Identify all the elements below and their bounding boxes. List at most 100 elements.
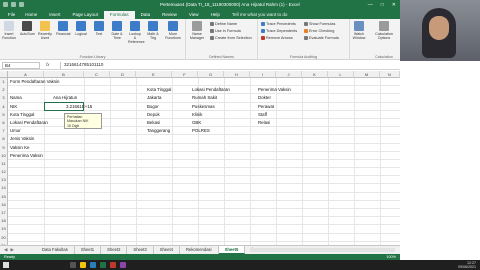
column-header[interactable]: G	[198, 71, 224, 78]
row-header[interactable]: 12	[0, 168, 8, 177]
row-header[interactable]: 4	[0, 102, 8, 111]
row-header[interactable]: 11	[0, 159, 8, 169]
create-from-selection-button[interactable]: Create from Selection	[210, 36, 252, 40]
cell-e5[interactable]: Depok	[147, 111, 160, 119]
tab-review[interactable]: Review	[156, 10, 183, 19]
sheet-tab[interactable]: Sheet2	[101, 246, 128, 254]
file-explorer-icon[interactable]	[80, 262, 86, 268]
lookup-reference-button[interactable]: Lookup & Reference	[128, 21, 145, 44]
system-tray-clock[interactable]: 12:27 09/06/2021	[458, 261, 476, 269]
app-icon[interactable]	[110, 262, 116, 268]
row-header[interactable]: 1	[0, 78, 8, 87]
row-header[interactable]: 14	[0, 184, 8, 193]
math-trig-button[interactable]: Math & Trig	[146, 21, 160, 40]
horizontal-scrollbar[interactable]	[250, 248, 395, 252]
insert-function-button[interactable]: Insert Function	[2, 21, 16, 40]
select-all-corner[interactable]	[0, 71, 8, 78]
autosum-button[interactable]: AutoSum	[20, 21, 35, 36]
cell-a3[interactable]: Nama	[10, 94, 22, 102]
define-name-button[interactable]: Define Name	[210, 22, 237, 26]
row-header[interactable]: 17	[0, 209, 8, 218]
column-header[interactable]: B	[44, 71, 84, 78]
tab-formulas[interactable]: Formulas	[103, 11, 135, 19]
column-header[interactable]: C	[84, 71, 110, 78]
text-button[interactable]: Text	[92, 21, 106, 36]
recently-used-button[interactable]: Recently Used	[38, 21, 52, 40]
sheet-tab[interactable]: Data Fakultas	[36, 246, 75, 254]
sheet-tab[interactable]: Sheet1	[75, 246, 102, 254]
cell-a7[interactable]: Umur	[10, 127, 21, 135]
column-header[interactable]: H	[224, 71, 250, 78]
logical-button[interactable]: Logical	[74, 21, 88, 36]
cell-e3[interactable]: Jakarta	[147, 94, 161, 102]
column-header[interactable]: I	[250, 71, 276, 78]
cell-a4[interactable]: NIK	[10, 103, 17, 111]
cell-k5[interactable]: Staff	[258, 111, 267, 119]
column-header[interactable]: A	[8, 71, 44, 78]
row-header[interactable]: 5	[0, 110, 8, 119]
cell-a5[interactable]: Kota Tinggal	[10, 111, 34, 119]
row-header[interactable]: 15	[0, 192, 8, 201]
cell-k4[interactable]: Perawat	[258, 103, 274, 111]
name-box[interactable]: B4	[2, 62, 40, 69]
row-header[interactable]: 7	[0, 127, 8, 136]
tab-view[interactable]: View	[183, 10, 205, 19]
cell-k2[interactable]: Penerima Vaksin	[258, 86, 291, 94]
tab-file[interactable]: File	[4, 10, 19, 19]
cell-g4[interactable]: Puskesmas	[192, 103, 215, 111]
row-header[interactable]: 6	[0, 118, 8, 128]
windows-start-icon[interactable]	[3, 262, 9, 268]
row-header[interactable]: 2	[0, 86, 8, 95]
minimize-button[interactable]: —	[368, 2, 373, 8]
formula-input[interactable]: 3216614785101110	[60, 62, 396, 69]
undo-icon[interactable]	[11, 2, 16, 7]
cell-k3[interactable]: Dokter	[258, 94, 271, 102]
cell-a9[interactable]: Vaksin Ke	[10, 144, 29, 152]
cell-a10[interactable]: Penerima Vaksin	[10, 152, 43, 160]
browser-icon[interactable]	[90, 262, 96, 268]
financial-button[interactable]: Financial	[56, 21, 70, 36]
row-header[interactable]: 8	[0, 135, 8, 144]
redo-icon[interactable]	[19, 2, 24, 7]
column-header[interactable]: J	[276, 71, 302, 78]
tab-page-layout[interactable]: Page Layout	[67, 10, 104, 19]
evaluate-formula-button[interactable]: Evaluate Formula	[304, 36, 339, 40]
row-header[interactable]: 19	[0, 225, 8, 234]
cell-g2[interactable]: Lokasi Pendaftaran	[192, 86, 230, 94]
column-header[interactable]: N	[380, 71, 400, 78]
cell-g7[interactable]: POLRES	[192, 127, 210, 135]
cell-a1[interactable]: Form Pendaftaran Vaksin	[10, 78, 59, 86]
cell-a8[interactable]: Jenis Vaksin	[10, 135, 34, 143]
tab-insert[interactable]: Insert	[43, 10, 66, 19]
trace-dependents-button[interactable]: Trace Dependents	[261, 29, 297, 33]
sheet-tab[interactable]: Rekomendasi	[180, 246, 219, 254]
date-time-button[interactable]: Date & Time	[110, 21, 124, 40]
show-formulas-button[interactable]: Show Formulas	[304, 22, 335, 26]
search-icon[interactable]	[70, 262, 76, 268]
cell-e4[interactable]: Bogor	[147, 103, 159, 111]
row-header[interactable]: 13	[0, 176, 8, 185]
excel-icon[interactable]	[100, 262, 106, 268]
tab-home[interactable]: Home	[19, 10, 43, 19]
cell-e7[interactable]: Tanggerang	[147, 127, 170, 135]
row-header[interactable]: 9	[0, 143, 8, 152]
column-header[interactable]: F	[172, 71, 198, 78]
save-icon[interactable]	[3, 2, 8, 7]
cell-g3[interactable]: Rumah Sakit	[192, 94, 217, 102]
remove-arrows-button[interactable]: Remove Arrows	[261, 36, 293, 40]
column-header[interactable]: E	[136, 71, 172, 78]
trace-precedents-button[interactable]: Trace Precedents	[261, 22, 296, 26]
row-header[interactable]: 3	[0, 94, 8, 103]
column-header[interactable]: L	[328, 71, 354, 78]
row-header[interactable]: 20	[0, 233, 8, 242]
cell-g6[interactable]: GBK	[192, 119, 201, 127]
cell-a6[interactable]: Lokasi Pendaftaran	[10, 119, 48, 127]
use-in-formula-button[interactable]: Use in Formula	[210, 29, 241, 33]
calculation-options-button[interactable]: Calculation Options	[374, 21, 394, 40]
close-button[interactable]: ✕	[392, 2, 396, 8]
worksheet-grid[interactable]: A B C D E F G H I J K L M N 1 Form Penda…	[0, 71, 400, 245]
row-header[interactable]: 18	[0, 217, 8, 226]
cell-e2[interactable]: Kota Tinggal	[147, 86, 171, 94]
app-icon[interactable]	[120, 262, 126, 268]
sheet-tab[interactable]: Sheet3	[127, 246, 154, 254]
